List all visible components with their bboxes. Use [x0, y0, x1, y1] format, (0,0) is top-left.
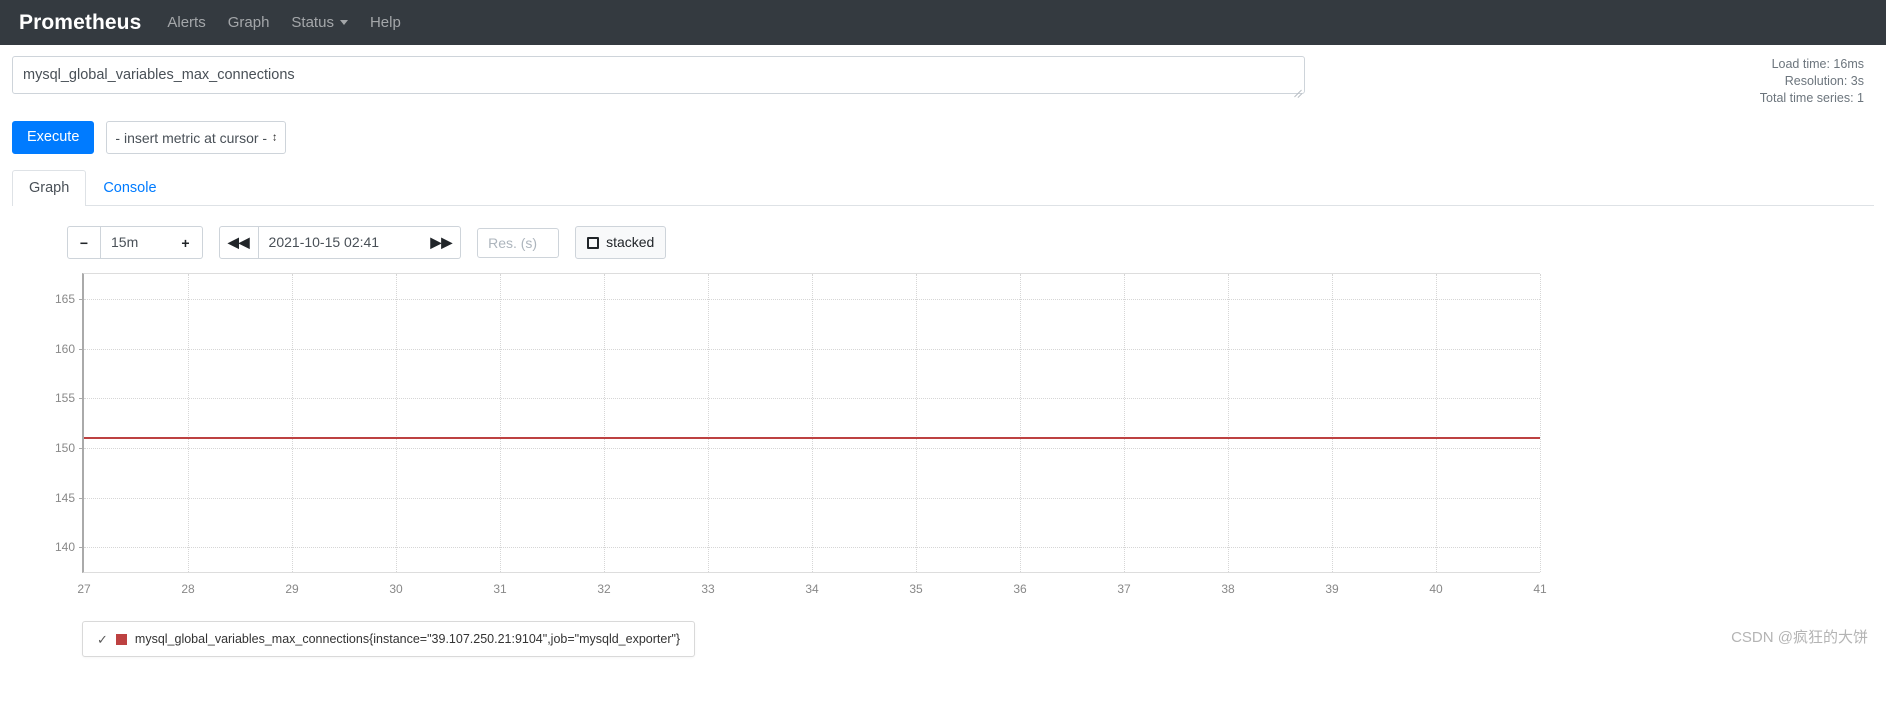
- legend-series-label: mysql_global_variables_max_connections{i…: [134, 632, 681, 646]
- gridline-vertical: [812, 274, 813, 572]
- gridline-vertical: [1020, 274, 1021, 572]
- nav-link-help-label: Help: [369, 14, 401, 31]
- query-stats: Load time: 16ms Resolution: 3s Total tim…: [1760, 56, 1874, 107]
- nav-link-alerts[interactable]: Alerts: [167, 14, 205, 31]
- graph-toolbar: − + ◀◀ ▶▶ stacked: [12, 226, 1874, 259]
- nav-link-status[interactable]: Status: [291, 14, 348, 31]
- y-axis-label: 155: [54, 391, 75, 406]
- gridline-vertical: [1540, 274, 1541, 572]
- insert-metric-select-value: - insert metric at cursor -: [115, 129, 268, 146]
- resolution-input[interactable]: [477, 227, 560, 258]
- expression-wrapper: [12, 56, 1305, 99]
- top-navbar: Prometheus Alerts Graph Status Help: [0, 0, 1886, 45]
- nav-link-alerts-label: Alerts: [167, 14, 206, 31]
- gridline-vertical: [1436, 274, 1437, 572]
- x-axis-label: 34: [805, 582, 819, 596]
- brand-prometheus[interactable]: Prometheus: [14, 11, 141, 35]
- result-tabs: Graph Console: [12, 170, 1874, 206]
- gridline-vertical: [292, 274, 293, 572]
- end-time-input[interactable]: [258, 226, 423, 259]
- x-axis-label: 32: [597, 582, 611, 596]
- y-axis-label: 165: [54, 291, 75, 306]
- y-axis-label: 150: [54, 440, 75, 455]
- stat-resolution: Resolution: 3s: [1784, 74, 1864, 88]
- x-axis-label: 27: [77, 582, 91, 596]
- graph-chart: 140 145 150 155 160 165 27 28 29 30 31 32 33 34 35 36 37…: [40, 273, 1547, 603]
- range-decrease-button[interactable]: −: [67, 226, 101, 259]
- x-axis-label: 38: [1221, 582, 1235, 596]
- nav-link-help[interactable]: Help: [370, 14, 401, 31]
- gridline-vertical: [188, 274, 189, 572]
- tab-console[interactable]: Console: [86, 170, 173, 206]
- gridline-vertical: [604, 274, 605, 572]
- time-forward-button[interactable]: ▶▶: [422, 226, 462, 259]
- expression-input[interactable]: [12, 56, 1305, 94]
- x-axis-label: 33: [701, 582, 715, 596]
- gridline-vertical: [1124, 274, 1125, 572]
- legend-color-swatch: [115, 633, 127, 645]
- x-axis-label: 29: [285, 582, 299, 596]
- nav-link-graph[interactable]: Graph: [228, 14, 270, 31]
- execute-button[interactable]: Execute: [12, 121, 95, 154]
- x-axis-label: 40: [1429, 582, 1443, 596]
- x-axis-label: 30: [389, 582, 403, 596]
- x-axis-label: 41: [1533, 582, 1547, 596]
- tab-graph[interactable]: Graph: [12, 170, 87, 206]
- series-line[interactable]: [84, 436, 1540, 439]
- gridline-vertical: [1228, 274, 1229, 572]
- watermark: CSDN @疯狂的大饼: [1731, 629, 1868, 646]
- x-axis-label: 37: [1117, 582, 1131, 596]
- gridline-vertical: [396, 274, 397, 572]
- x-axis-label: 31: [493, 582, 507, 596]
- nav-link-graph-label: Graph: [227, 14, 270, 31]
- insert-metric-select[interactable]: - insert metric at cursor - ↕: [106, 121, 287, 154]
- gridline-vertical: [708, 274, 709, 572]
- y-axis-label: 160: [54, 341, 75, 356]
- y-axis-label: 140: [54, 540, 75, 555]
- stat-total-series: Total time series: 1: [1759, 91, 1864, 105]
- x-axis-label: 39: [1325, 582, 1339, 596]
- select-updown-icon: ↕: [271, 131, 278, 143]
- stat-load-time: Load time: 16ms: [1771, 57, 1864, 71]
- stacked-toggle-label: stacked: [606, 234, 655, 250]
- nav-link-status-label: Status: [291, 14, 334, 31]
- checkbox-icon: [587, 236, 600, 249]
- query-row: Load time: 16ms Resolution: 3s Total tim…: [12, 45, 1874, 107]
- range-increase-button[interactable]: +: [169, 226, 203, 259]
- legend-check-icon[interactable]: ✓: [97, 633, 108, 646]
- x-axis-label: 35: [909, 582, 923, 596]
- x-axis-label: 36: [1013, 582, 1027, 596]
- stacked-toggle[interactable]: stacked: [575, 226, 667, 259]
- y-axis-label: 145: [54, 490, 75, 505]
- series-legend[interactable]: ✓ mysql_global_variables_max_connections…: [82, 621, 696, 657]
- plot-area[interactable]: 140 145 150 155 160 165 27 28 29 30 31 32 33 34 35 36 37…: [55, 273, 1547, 596]
- page-body: Load time: 16ms Resolution: 3s Total tim…: [0, 45, 1886, 657]
- gridline-vertical: [1332, 274, 1333, 572]
- gridline-vertical: [916, 274, 917, 572]
- x-axis-label: 28: [181, 582, 195, 596]
- gridline-vertical: [500, 274, 501, 572]
- range-input[interactable]: [101, 226, 169, 259]
- time-group: ◀◀ ▶▶: [219, 226, 462, 259]
- chevron-down-icon: [339, 20, 348, 25]
- range-group: − +: [67, 226, 203, 259]
- time-back-button[interactable]: ◀◀: [219, 226, 259, 259]
- query-controls: Execute - insert metric at cursor - ↕: [12, 121, 1874, 154]
